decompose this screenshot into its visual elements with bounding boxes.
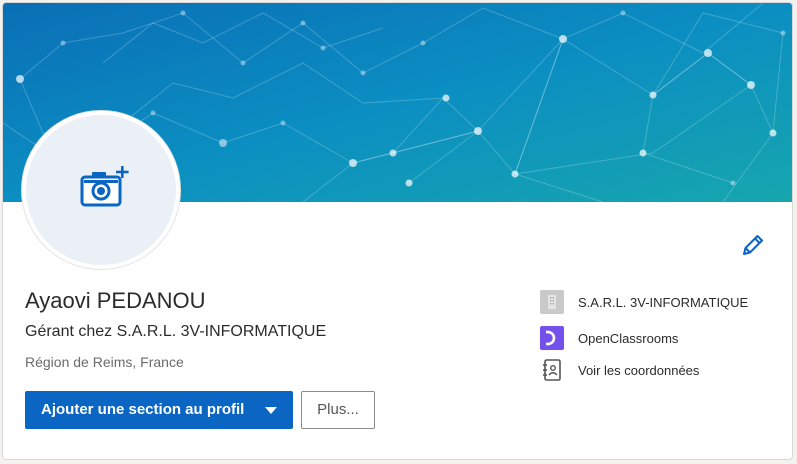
add-profile-section-button[interactable]: Ajouter une section au profil: [25, 391, 293, 429]
profile-photo-placeholder[interactable]: [22, 111, 180, 269]
add-photo-camera-icon: [80, 165, 130, 214]
profile-name: Ayaovi PEDANOU: [25, 288, 206, 313]
profile-headline: Gérant chez S.A.R.L. 3V-INFORMATIQUE: [25, 323, 327, 340]
profile-card: Ayaovi PEDANOU Gérant chez S.A.R.L. 3V-I…: [2, 2, 793, 460]
education-link[interactable]: OpenClassrooms: [540, 326, 678, 350]
profile-location: Région de Reims, France: [25, 354, 184, 370]
current-company-link[interactable]: S.A.R.L. 3V-INFORMATIQUE: [540, 290, 748, 314]
company-icon: [540, 290, 564, 314]
education-label: OpenClassrooms: [578, 330, 679, 346]
contact-card-icon: [540, 358, 564, 382]
current-company-label: S.A.R.L. 3V-INFORMATIQUE: [578, 294, 749, 310]
add-profile-section-label: Ajouter une section au profil: [41, 401, 245, 418]
edit-pencil-icon[interactable]: [739, 231, 767, 259]
contact-info-link[interactable]: Voir les coordonnées: [540, 358, 699, 382]
contact-info-label: Voir les coordonnées: [578, 362, 700, 378]
caret-down-icon: [265, 407, 277, 414]
more-button[interactable]: Plus...: [301, 391, 375, 429]
school-logo-icon: [540, 326, 564, 350]
